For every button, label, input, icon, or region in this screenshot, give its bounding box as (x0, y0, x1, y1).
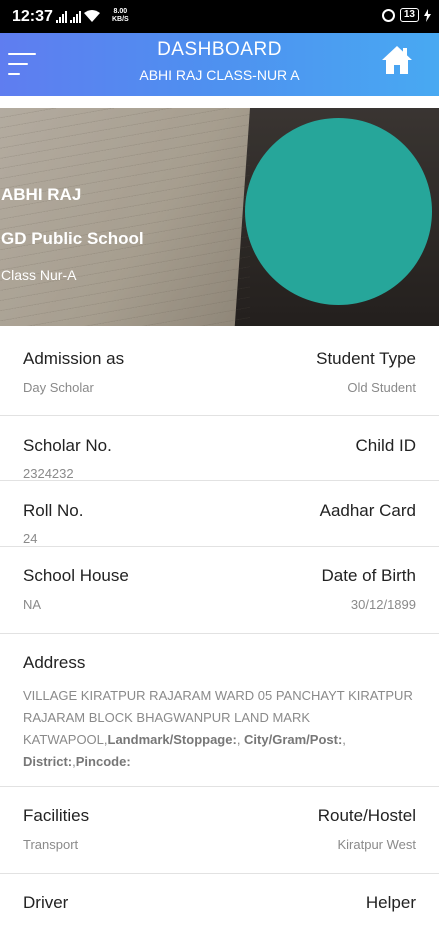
dob-value: 30/12/1899 (350, 597, 416, 612)
student-class: Class Nur-A (1, 267, 77, 283)
page-title: DASHBOARD (157, 39, 282, 60)
battery-level: 13 (403, 9, 415, 20)
facilities-label: Facilities (23, 806, 90, 825)
child-id-label: Child ID (355, 436, 416, 455)
detail-row-facilities: Facilities Transport Route/Hostel Kiratp… (0, 787, 439, 874)
scholar-label: Scholar No. (23, 436, 112, 455)
detail-row-address: Address VILLAGE KIRATPUR RAJARAM WARD 05… (0, 634, 439, 787)
battery-icon: 13 (399, 8, 419, 22)
house-value: NA (23, 597, 42, 612)
roll-value: 24 (23, 531, 38, 546)
aadhar-label: Aadhar Card (319, 501, 416, 520)
app-bar: DASHBOARD ABHI RAJ CLASS-NUR A (0, 33, 439, 96)
wifi-icon (84, 10, 100, 22)
network-speed-value: 8.00 (113, 8, 128, 15)
profile-banner: ABHI RAJ GD Public School Class Nur-A (0, 108, 439, 326)
helper-label: Helper (365, 893, 416, 912)
signal-icon (70, 11, 81, 23)
dob-label: Date of Birth (321, 566, 417, 585)
admission-label: Admission as (23, 349, 125, 368)
facilities-value: Transport (23, 837, 79, 852)
menu-icon[interactable] (8, 53, 38, 77)
app-bar-titles: DASHBOARD ABHI RAJ CLASS-NUR A (70, 39, 369, 83)
status-bar: 12:37 8.00 KB/S 13 (0, 0, 439, 33)
address-pincode: Pincode: (75, 754, 131, 769)
roll-label: Roll No. (23, 501, 84, 520)
address-landmark: Landmark/Stoppage: (107, 732, 237, 747)
status-time: 12:37 (12, 8, 53, 25)
house-label: School House (23, 566, 129, 585)
status-left-icons (56, 10, 100, 23)
address-label: Address (23, 653, 86, 672)
address-value: VILLAGE KIRATPUR RAJARAM WARD 05 PANCHAY… (23, 688, 413, 769)
charging-icon (424, 8, 431, 22)
detail-row-admission: Admission as Day Scholar Student Type Ol… (0, 330, 439, 416)
screen-lock-icon (381, 8, 395, 22)
scholar-value: 2324232 (23, 466, 74, 481)
admission-value: Day Scholar (23, 380, 94, 395)
driver-label: Driver (23, 893, 69, 912)
network-speed: 8.00 KB/S (112, 8, 129, 24)
network-speed-unit: KB/S (112, 16, 129, 23)
address-district: District: (23, 754, 73, 769)
address-city: City/Gram/Post: (244, 732, 343, 747)
student-type-label: Student Type (316, 349, 416, 368)
route-label: Route/Hostel (317, 806, 416, 825)
detail-row-driver: Driver Helper (0, 874, 439, 950)
page-subtitle: ABHI RAJ CLASS-NUR A (139, 67, 300, 83)
school-name: GD Public School (1, 229, 144, 248)
detail-row-roll: Roll No. 24 Aadhar Card (0, 481, 439, 547)
student-name: ABHI RAJ (1, 185, 82, 204)
detail-row-scholar: Scholar No. 2324232 Child ID (0, 416, 439, 481)
route-value: Kiratpur West (337, 837, 416, 852)
status-right-icons: 13 (381, 8, 431, 22)
avatar[interactable] (245, 118, 432, 305)
home-icon[interactable] (381, 45, 413, 75)
signal-icon (56, 11, 67, 23)
student-type-value: Old Student (347, 380, 416, 395)
detail-row-house: School House NA Date of Birth 30/12/1899 (0, 547, 439, 634)
